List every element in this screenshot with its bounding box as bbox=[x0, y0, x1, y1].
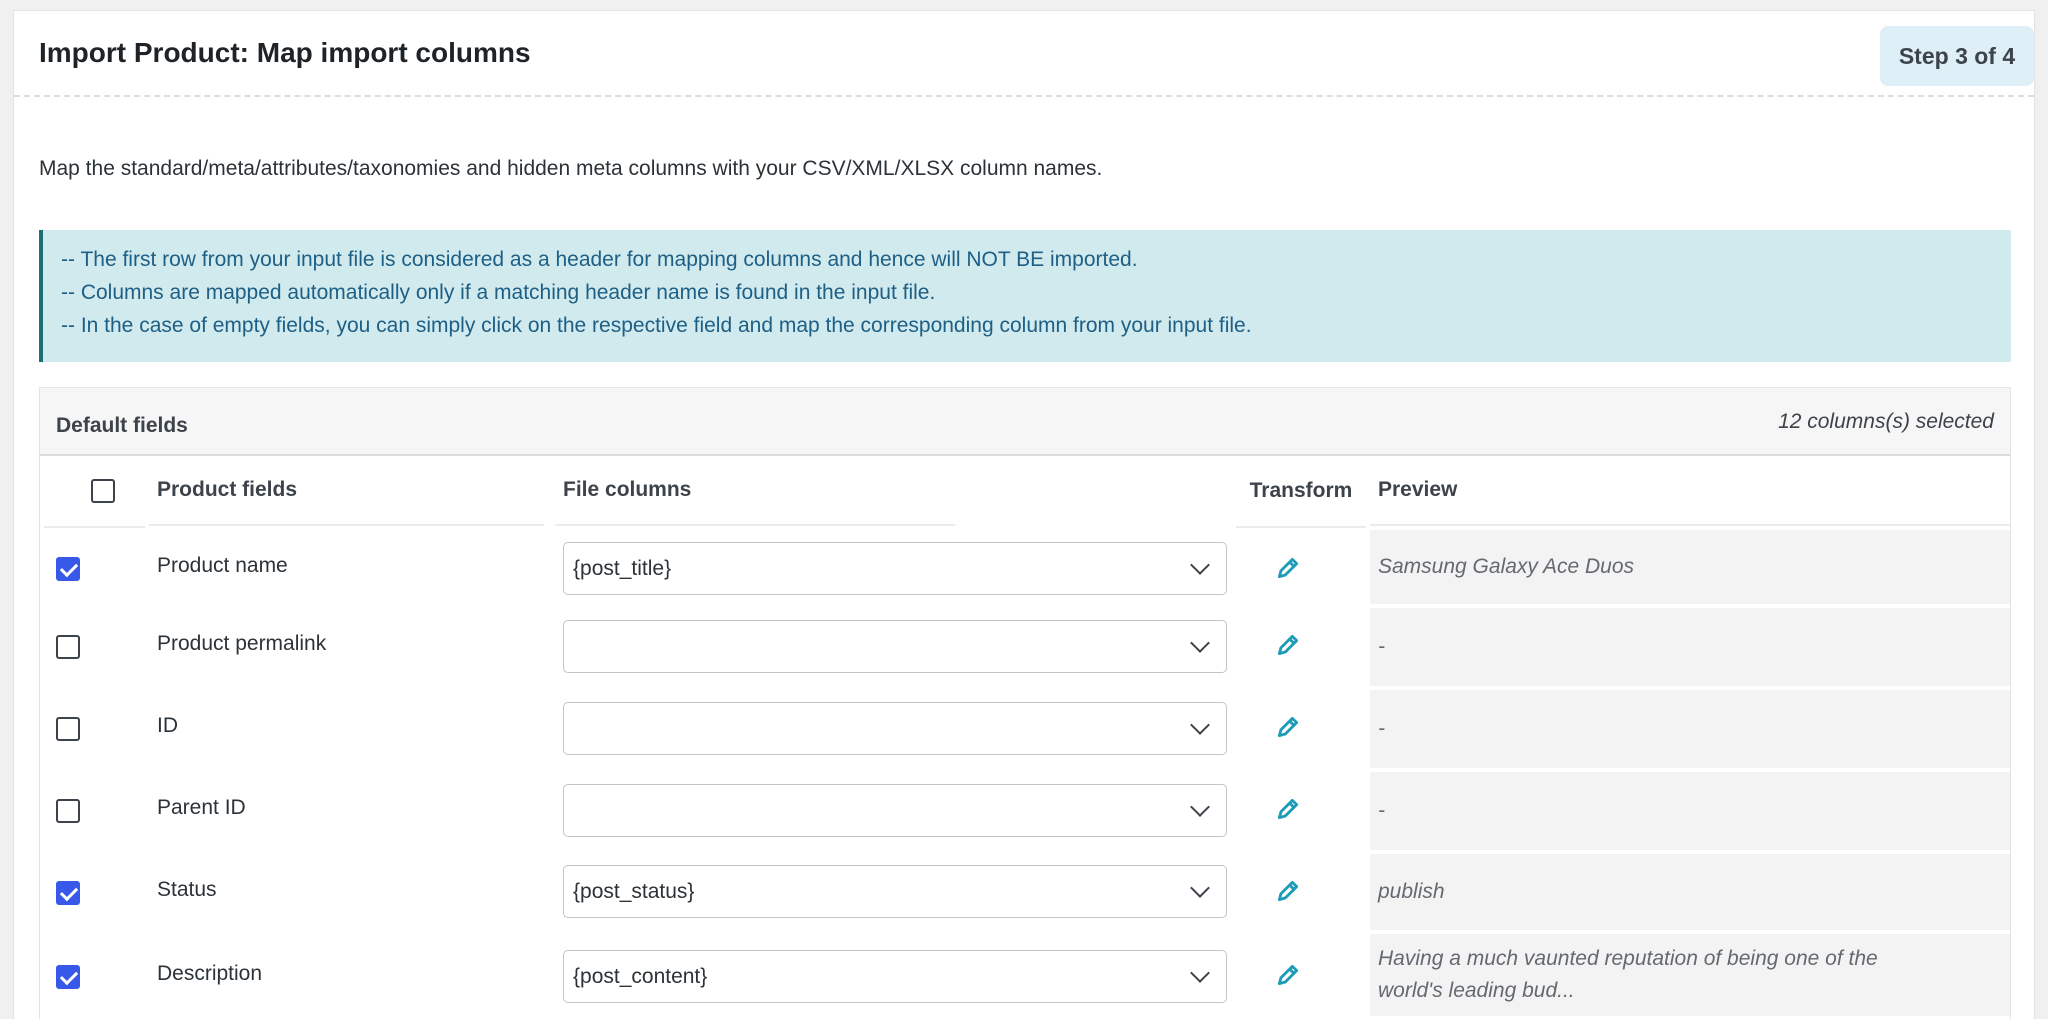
pencil-icon[interactable] bbox=[1275, 555, 1301, 581]
pencil-icon[interactable] bbox=[1275, 878, 1301, 904]
field-label: Status bbox=[157, 878, 217, 901]
preview-cell: Having a much vaunted reputation of bein… bbox=[1370, 934, 2010, 1016]
table-row: Parent ID - bbox=[40, 772, 2010, 852]
pencil-icon[interactable] bbox=[1275, 796, 1301, 822]
import-panel: Import Product: Map import columns Step … bbox=[13, 10, 2035, 1019]
preview-cell: Samsung Galaxy Ace Duos bbox=[1370, 530, 2010, 604]
field-label: Product permalink bbox=[157, 632, 327, 655]
table-row: Status {post_status} publish bbox=[40, 854, 2010, 932]
notice-line: -- In the case of empty fields, you can … bbox=[61, 314, 1252, 337]
select-all-cell bbox=[44, 456, 145, 528]
table-row: Description {post_content} Having a much… bbox=[40, 934, 2010, 1018]
chevron-down-icon bbox=[1190, 797, 1210, 817]
row-checkbox[interactable] bbox=[56, 965, 80, 989]
select-all-checkbox[interactable] bbox=[90, 479, 115, 503]
chevron-down-icon bbox=[1190, 715, 1210, 735]
preview-cell: publish bbox=[1370, 854, 2010, 930]
chevron-down-icon bbox=[1190, 633, 1210, 653]
field-label: Parent ID bbox=[157, 796, 246, 819]
row-checkbox[interactable] bbox=[56, 635, 80, 659]
pencil-icon[interactable] bbox=[1275, 962, 1301, 988]
default-fields-title: Default fields bbox=[56, 414, 188, 437]
chevron-down-icon bbox=[1190, 878, 1210, 898]
row-checkbox[interactable] bbox=[56, 717, 80, 741]
header-preview: Preview bbox=[1370, 456, 2010, 526]
select-value: {post_title} bbox=[573, 556, 672, 580]
table-row: Product permalink - bbox=[40, 608, 2010, 688]
field-label: ID bbox=[157, 714, 178, 737]
table-header-row: Product fields File columns Transform Pr… bbox=[40, 456, 2010, 530]
row-checkbox[interactable] bbox=[56, 799, 80, 823]
table-row: Product name {post_title} Samsung Galaxy… bbox=[40, 530, 2010, 606]
row-checkbox[interactable] bbox=[56, 557, 80, 581]
table-row: ID - bbox=[40, 690, 2010, 770]
chevron-down-icon bbox=[1190, 963, 1210, 983]
field-label: Product name bbox=[157, 554, 288, 577]
selected-count: 12 columns(s) selected bbox=[1778, 410, 1994, 433]
file-column-select[interactable]: {post_status} bbox=[563, 865, 1227, 918]
pencil-icon[interactable] bbox=[1275, 632, 1301, 658]
panel-header: Import Product: Map import columns Step … bbox=[14, 11, 2034, 97]
notice-line: -- The first row from your input file is… bbox=[61, 248, 1138, 271]
preview-cell: - bbox=[1370, 608, 2010, 686]
preview-cell: - bbox=[1370, 690, 2010, 768]
chevron-down-icon bbox=[1190, 555, 1210, 575]
row-checkbox[interactable] bbox=[56, 881, 80, 905]
preview-cell: - bbox=[1370, 772, 2010, 850]
select-value: {post_status} bbox=[573, 879, 695, 903]
select-value: {post_content} bbox=[573, 964, 708, 988]
field-label: Description bbox=[157, 962, 263, 985]
pencil-icon[interactable] bbox=[1275, 714, 1301, 740]
default-fields-section: Default fields 12 columns(s) selected Pr… bbox=[39, 387, 2011, 1019]
page-title: Import Product: Map import columns bbox=[39, 37, 531, 68]
step-badge: Step 3 of 4 bbox=[1880, 26, 2034, 86]
file-column-select[interactable]: {post_content} bbox=[563, 950, 1227, 1003]
file-column-select[interactable] bbox=[563, 620, 1227, 673]
file-column-select[interactable] bbox=[563, 702, 1227, 755]
intro-text: Map the standard/meta/attributes/taxonom… bbox=[39, 157, 1103, 180]
header-file-columns: File columns bbox=[555, 456, 955, 526]
info-notice: -- The first row from your input file is… bbox=[39, 230, 2011, 362]
default-fields-header[interactable]: Default fields 12 columns(s) selected bbox=[40, 388, 2010, 456]
header-transform: Transform bbox=[1236, 456, 1366, 528]
file-column-select[interactable] bbox=[563, 784, 1227, 837]
notice-line: -- Columns are mapped automatically only… bbox=[61, 281, 936, 304]
file-column-select[interactable]: {post_title} bbox=[563, 542, 1227, 595]
header-product-fields: Product fields bbox=[149, 456, 544, 526]
mapping-table: Product fields File columns Transform Pr… bbox=[40, 456, 2010, 1019]
